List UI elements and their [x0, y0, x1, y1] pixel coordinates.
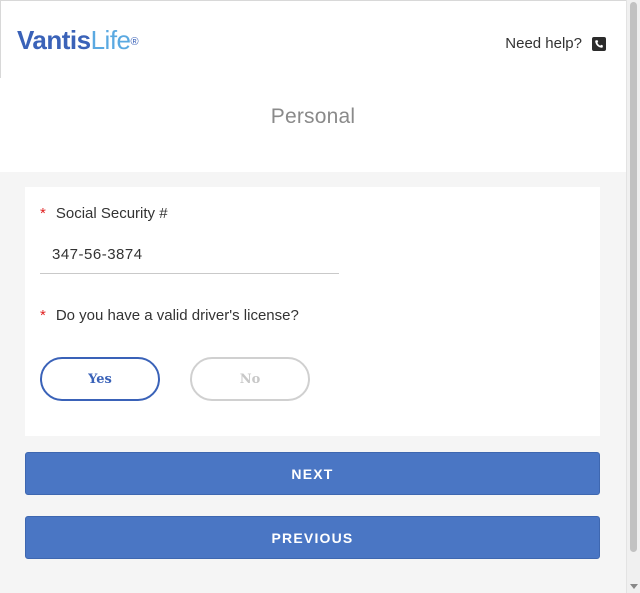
need-help-label: Need help?: [505, 35, 582, 52]
page-title-band: Personal: [0, 78, 626, 172]
ssn-input[interactable]: [40, 235, 339, 274]
previous-button[interactable]: PREVIOUS: [25, 516, 600, 559]
required-asterisk: *: [40, 205, 46, 222]
ssn-label-text: Social Security #: [55, 205, 168, 222]
phone-icon: [592, 36, 606, 51]
ssn-label: * Social Security #: [40, 205, 168, 222]
app-frame: VantisLife® Need help? Personal * Social …: [0, 0, 640, 593]
next-button[interactable]: NEXT: [25, 452, 600, 495]
phone-icon-glyph: [595, 39, 603, 48]
logo-brand-text: Vantis: [17, 25, 91, 55]
vantis-life-logo[interactable]: VantisLife®: [17, 25, 139, 55]
logo-registered-mark: ®: [130, 36, 139, 48]
license-no-option[interactable]: No: [190, 357, 310, 401]
scroll-down-arrow-icon[interactable]: [630, 584, 638, 589]
logo-product-text: Life: [90, 25, 131, 55]
page-title: Personal: [270, 105, 356, 128]
site-header: VantisLife® Need help?: [0, 0, 626, 78]
scrollbar-thumb[interactable]: [630, 2, 637, 552]
license-question-label: * Do you have a valid driver's license?: [40, 307, 299, 324]
license-question-text: Do you have a valid driver's license?: [55, 307, 299, 324]
need-help-link[interactable]: Need help?: [505, 35, 606, 52]
license-yes-option[interactable]: Yes: [40, 357, 160, 401]
personal-form-card: * Social Security # * Do you have a valid …: [25, 187, 600, 436]
vertical-scrollbar[interactable]: [626, 0, 640, 593]
required-asterisk: *: [40, 307, 46, 324]
